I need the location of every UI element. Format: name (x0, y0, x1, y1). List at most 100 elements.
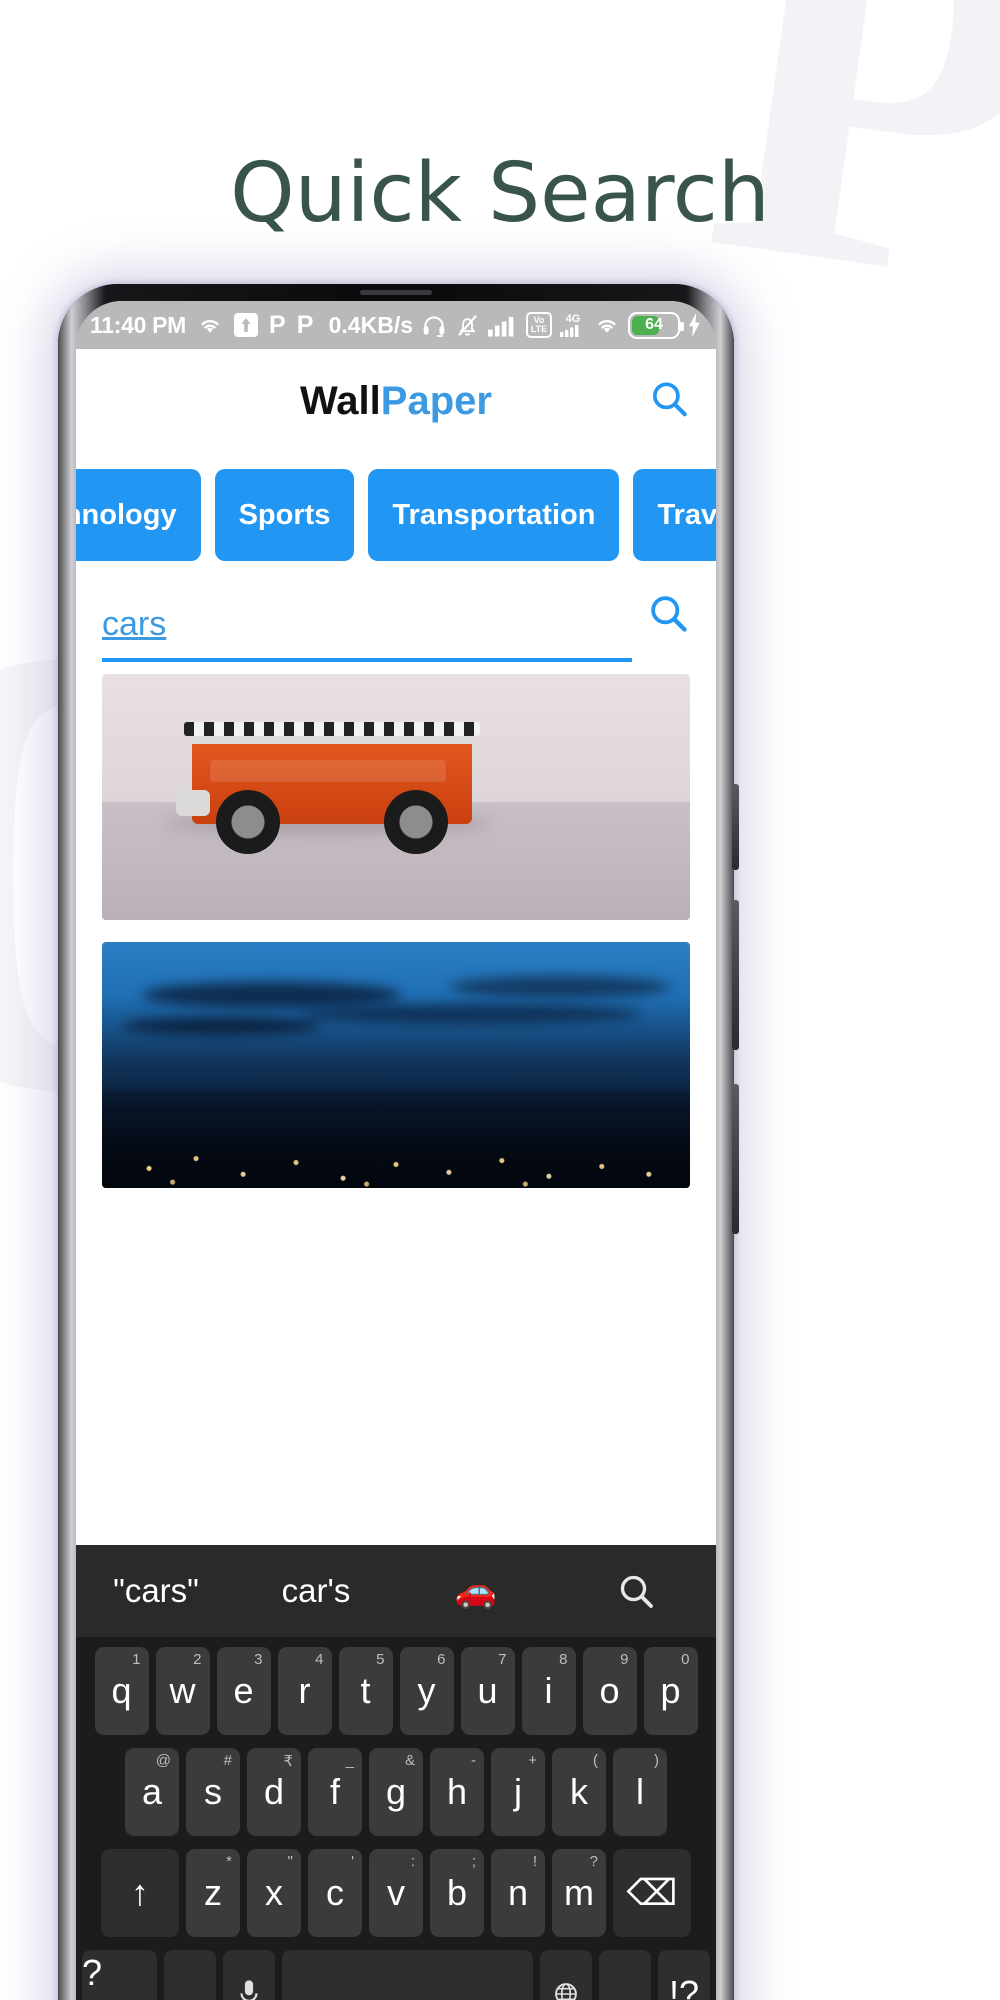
search-results-list (76, 662, 716, 1188)
suggestion-cars-possessive[interactable]: car's (236, 1572, 396, 1610)
key-v[interactable]: :v (369, 1849, 423, 1937)
on-screen-keyboard[interactable]: "cars" car's 🚗 1q 2w 3e 4r 5t 6y 7 u 8 i… (76, 1545, 716, 2000)
battery-percent-label: 64 (645, 316, 663, 333)
header-search-button[interactable] (648, 378, 690, 425)
status-time: 11:40 PM (90, 311, 187, 338)
key-sup: 7 (498, 1651, 507, 1668)
backspace-key[interactable]: ⌫ (613, 1849, 691, 1937)
category-chip-sports[interactable]: Sports (214, 469, 355, 561)
space-key[interactable] (281, 1950, 534, 2000)
key-sup: 1 (132, 1651, 141, 1668)
keyboard-row-2[interactable]: @ a # s ₹ d _ f & g -h + j (k ) l (82, 1748, 710, 1836)
wifi-icon-secondary (594, 314, 620, 336)
upload-arrow-icon (234, 313, 259, 337)
key-c[interactable]: ' c (308, 1849, 362, 1937)
search-input-value[interactable]: cars (102, 605, 632, 644)
phone-side-button-2[interactable] (732, 900, 739, 1050)
key-label: b (446, 1872, 468, 1913)
key-sup: ₹ (283, 1753, 293, 1770)
suggestion-search-button[interactable] (556, 1571, 716, 1611)
network-type-label: 4G (565, 312, 581, 325)
category-chip-row[interactable]: Technology Sports Transportation Travel (76, 453, 716, 577)
bell-muted-icon (455, 313, 480, 338)
phone-screen: 11:40 PM P P 0.4KB/s Vo LTE 4G 64 WallPa… (76, 301, 716, 2000)
key-sup: ' (351, 1853, 354, 1870)
phone-side-button-1[interactable] (732, 784, 739, 870)
key-t[interactable]: 5t (338, 1647, 393, 1735)
key-label: ↑ (131, 1872, 149, 1913)
category-chip-technology[interactable]: Technology (76, 469, 201, 561)
bus-window (210, 760, 446, 782)
keyboard-key-rows[interactable]: 1q 2w 3e 4r 5t 6y 7u 8i 9o 0p @ a # s ₹ … (76, 1637, 716, 2000)
key-y[interactable]: 6y (399, 1647, 454, 1735)
key-label: d (263, 1771, 285, 1812)
symbols-key[interactable]: ?123 (82, 1950, 157, 2000)
keyboard-row-4[interactable]: ?123 , . !? (82, 1950, 710, 2000)
key-label: y (417, 1670, 436, 1711)
volte-icon: Vo LTE (526, 312, 552, 338)
signal-bars-icon (488, 313, 518, 337)
key-m[interactable]: ? m (552, 1849, 606, 1937)
key-d[interactable]: ₹ d (247, 1748, 301, 1836)
orange-toy-bus-image (102, 674, 690, 920)
key-sup: 8 (559, 1651, 568, 1668)
key-sup: 0 (681, 1651, 690, 1668)
key-o[interactable]: 9o (582, 1647, 637, 1735)
key-k[interactable]: (k (552, 1748, 606, 1836)
keyboard-suggestion-bar[interactable]: "cars" car's 🚗 (76, 1545, 716, 1637)
punctuation-key[interactable]: !? (658, 1950, 710, 2000)
key-label: ⌫ (626, 1872, 678, 1913)
cloud-1 (142, 982, 402, 1008)
keyboard-row-3[interactable]: ↑ * z " x ' c :v ; b ! n ? m ⌫ (82, 1849, 710, 1937)
cloud-4 (450, 976, 670, 998)
key-label: l (636, 1771, 644, 1812)
key-label: j (514, 1771, 522, 1812)
key-label: f (329, 1771, 340, 1812)
key-label: x (265, 1872, 283, 1913)
key-s[interactable]: # s (186, 1748, 240, 1836)
mic-key[interactable] (222, 1950, 275, 2000)
key-a[interactable]: @ a (125, 1748, 179, 1836)
key-w[interactable]: 2w (155, 1647, 210, 1735)
keyboard-row-1[interactable]: 1q 2w 3e 4r 5t 6y 7u 8i 9o 0p (82, 1647, 710, 1735)
search-input[interactable]: cars (102, 605, 632, 662)
key-l[interactable]: ) l (613, 1748, 667, 1836)
key-f[interactable]: _ f (308, 1748, 362, 1836)
key-label: . (620, 1973, 631, 2000)
bus-wheel-front (216, 790, 280, 854)
search-submit-button[interactable] (646, 591, 690, 640)
lightning-bolt-icon (688, 313, 702, 337)
key-u[interactable]: 7u (460, 1647, 515, 1735)
globe-key[interactable] (540, 1950, 593, 2000)
suggestion-car-emoji[interactable]: 🚗 (396, 1571, 556, 1611)
key-label: !? (669, 1973, 700, 2000)
wallpaper-result-city[interactable] (102, 942, 690, 1188)
key-i[interactable]: 8i (521, 1647, 576, 1735)
key-sup: @ (155, 1752, 171, 1769)
key-sup: 4 (315, 1651, 324, 1668)
key-q[interactable]: 1q (94, 1647, 149, 1735)
key-label: e (233, 1670, 254, 1711)
key-n[interactable]: ! n (491, 1849, 545, 1937)
period-key[interactable]: . (599, 1950, 652, 2000)
app-header: WallPaper (76, 349, 716, 453)
key-j[interactable]: + j (491, 1748, 545, 1836)
key-p[interactable]: 0p (643, 1647, 698, 1735)
phone-side-button-3[interactable] (732, 1084, 739, 1234)
key-x[interactable]: " x (247, 1849, 301, 1937)
key-r[interactable]: 4r (277, 1647, 332, 1735)
shift-key[interactable]: ↑ (101, 1849, 179, 1937)
key-b[interactable]: ; b (430, 1849, 484, 1937)
wallpaper-result-bus[interactable] (102, 674, 690, 920)
comma-key[interactable]: , (163, 1950, 216, 2000)
key-h[interactable]: -h (430, 1748, 484, 1836)
key-e[interactable]: 3e (216, 1647, 271, 1735)
key-sup: ( (593, 1752, 598, 1769)
key-z[interactable]: * z (186, 1849, 240, 1937)
status-bar-left: 11:40 PM P P (90, 312, 313, 339)
category-chip-transportation[interactable]: Transportation (368, 469, 620, 561)
key-g[interactable]: & g (369, 1748, 423, 1836)
suggestion-quoted-cars[interactable]: "cars" (76, 1572, 236, 1610)
category-chip-travel[interactable]: Travel (633, 469, 716, 561)
app-brand: WallPaper (76, 379, 716, 424)
